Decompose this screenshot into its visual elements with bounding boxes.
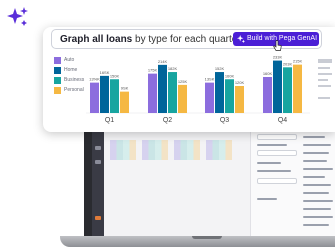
x-tick-label: Q2 bbox=[163, 117, 172, 124]
bar-data-label: 214K bbox=[158, 59, 168, 64]
bar-data-label: 120K bbox=[235, 80, 245, 85]
bar-auto-q4 bbox=[263, 77, 272, 113]
bar-data-label: 160K bbox=[225, 73, 235, 78]
x-tick-label: Q1 bbox=[105, 117, 114, 124]
x-tick-label: Q3 bbox=[220, 117, 229, 124]
bar-auto-q3 bbox=[205, 82, 214, 113]
bar-data-label: 203K bbox=[283, 61, 293, 66]
bar-business-q2 bbox=[168, 72, 177, 113]
bar-data-label: 175K bbox=[148, 68, 158, 73]
bar-personal-q1 bbox=[120, 91, 129, 113]
bar-business-q1 bbox=[110, 79, 119, 113]
bar-business-q3 bbox=[225, 79, 234, 113]
bar-data-label: 182K bbox=[168, 66, 178, 71]
bar-data-label: 13%K bbox=[89, 77, 100, 82]
bar-auto-q1 bbox=[90, 82, 99, 113]
bar-data-label: 150K bbox=[110, 73, 120, 78]
bar-home-q3 bbox=[215, 72, 224, 113]
bar-data-label: 125K bbox=[178, 79, 188, 84]
bar-home-q4 bbox=[273, 60, 282, 113]
bar-home-q1 bbox=[100, 75, 109, 113]
bar-auto-q2 bbox=[148, 73, 157, 113]
bar-data-label: 152K bbox=[215, 66, 225, 71]
bar-personal-q2 bbox=[178, 84, 187, 113]
bar-data-label: 215K bbox=[293, 59, 303, 64]
bar-data-label: 233K bbox=[273, 55, 283, 60]
x-tick-label: Q4 bbox=[278, 117, 287, 124]
side-panel-edge bbox=[312, 57, 335, 117]
bar-home-q2 bbox=[158, 64, 167, 113]
bar-data-label: 16SK bbox=[100, 70, 110, 75]
bar-personal-q4 bbox=[293, 64, 302, 113]
loans-bar-chart: 13%K16SK150K 9SK Q1 175K214K182K 125K Q2 13SK 1… bbox=[86, 55, 310, 124]
bar-business-q4 bbox=[283, 67, 292, 113]
bar-data-label: 160K bbox=[263, 71, 273, 76]
bar-personal-q3 bbox=[235, 86, 244, 113]
bar-data-label: 9SK bbox=[121, 86, 129, 91]
bar-data-label: 13SK bbox=[205, 77, 215, 82]
